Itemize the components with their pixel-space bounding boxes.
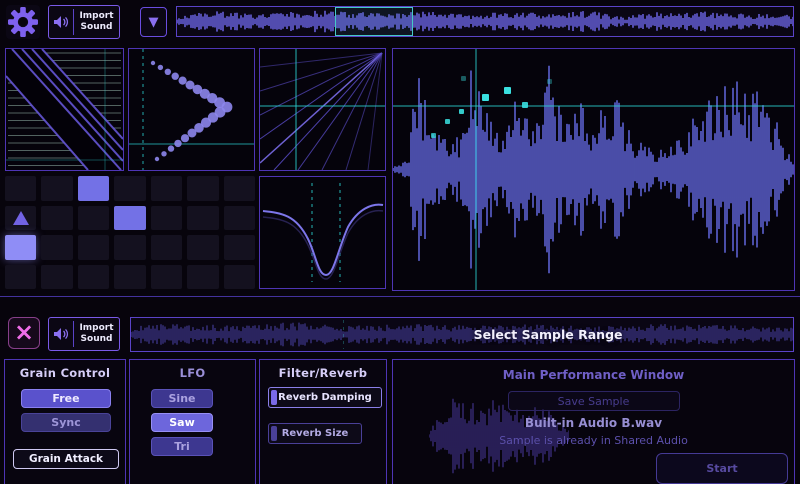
filter-curve-pad[interactable] xyxy=(259,176,386,289)
pad-r2c1[interactable] xyxy=(41,235,72,260)
grain-control-panel: Grain Control Free Sync Grain Attack xyxy=(4,359,126,484)
pad-r3c1[interactable] xyxy=(41,265,72,290)
sample-status-text: Sample is already in Shared Audio xyxy=(393,434,794,447)
perspective-lines-visualization xyxy=(260,49,385,170)
lfo-sine-button[interactable]: Sine xyxy=(151,389,213,408)
grain-scatter-visualization xyxy=(129,49,254,170)
import-sound-label: Import Sound xyxy=(74,6,119,38)
lfo-panel: LFO Sine Saw Tri xyxy=(129,359,256,484)
pad-r2c6[interactable] xyxy=(224,235,255,260)
waveform-overview[interactable] xyxy=(176,6,794,37)
start-button[interactable]: Start xyxy=(656,453,788,484)
pad-r1c2[interactable] xyxy=(78,206,109,231)
sample-range-selector[interactable]: Select Sample Range xyxy=(130,317,794,352)
speaker-icon xyxy=(49,318,73,350)
pad-r3c0[interactable] xyxy=(5,265,36,290)
reverb-damping-label: Reverb Damping xyxy=(278,392,372,403)
pad-r1c6[interactable] xyxy=(224,206,255,231)
section-divider xyxy=(0,296,800,297)
waveform-crosshair-overlay xyxy=(393,49,794,290)
pad-r0c5[interactable] xyxy=(187,176,218,201)
main-performance-panel: Main Performance Window Save Sample Buil… xyxy=(392,359,795,484)
import-sound-label: Import Sound xyxy=(74,318,119,350)
select-sample-range-label: Select Sample Range xyxy=(474,318,623,351)
pad-r1c4[interactable] xyxy=(151,206,182,231)
pad-r3c5[interactable] xyxy=(187,265,218,290)
sample-range-waveform-plot xyxy=(131,318,793,351)
pad-r0c4[interactable] xyxy=(151,176,182,201)
pad-r0c6[interactable] xyxy=(224,176,255,201)
pad-grid xyxy=(5,176,255,289)
pad-r2c4[interactable] xyxy=(151,235,182,260)
pad-r2c5[interactable] xyxy=(187,235,218,260)
preset-dropdown-button[interactable]: ▼ xyxy=(140,7,167,37)
lfo-title: LFO xyxy=(130,366,255,380)
lfo-saw-button[interactable]: Saw xyxy=(151,413,213,432)
pad-r0c2[interactable] xyxy=(78,176,109,201)
pad-r0c1[interactable] xyxy=(41,176,72,201)
sync-button[interactable]: Sync xyxy=(21,413,111,432)
save-sample-button[interactable]: Save Sample xyxy=(508,391,680,411)
pad-r3c2[interactable] xyxy=(78,265,109,290)
import-sound-button[interactable]: Import Sound xyxy=(48,5,120,39)
speaker-icon xyxy=(49,6,73,38)
pad-r3c6[interactable] xyxy=(224,265,255,290)
import-sound-button-bottom[interactable]: Import Sound xyxy=(48,317,120,351)
pad-r0c0[interactable] xyxy=(5,176,36,201)
filter-response-curve xyxy=(260,177,385,288)
range-marker xyxy=(343,320,344,349)
pad-r3c4[interactable] xyxy=(151,265,182,290)
settings-gear-button[interactable] xyxy=(6,5,40,39)
pad-r1c1[interactable] xyxy=(41,206,72,231)
performance-title: Main Performance Window xyxy=(393,368,794,382)
pad-r3c3[interactable] xyxy=(114,265,145,290)
slider-handle[interactable] xyxy=(271,390,277,405)
close-button[interactable]: × xyxy=(8,317,40,349)
lfo-tri-button[interactable]: Tri xyxy=(151,437,213,456)
sample-file-name: Built-in Audio B.wav xyxy=(393,416,794,430)
close-icon: × xyxy=(14,320,34,344)
reverb-size-button[interactable]: Reverb Size xyxy=(268,423,362,444)
selection-region[interactable] xyxy=(335,7,413,36)
chevron-down-icon: ▼ xyxy=(149,15,159,30)
grain-stream-pad[interactable] xyxy=(5,48,124,171)
gear-icon xyxy=(8,7,38,37)
pad-r2c0[interactable] xyxy=(5,235,36,260)
grain-position-pad[interactable] xyxy=(128,48,255,171)
reverb-damping-button[interactable]: Reverb Damping xyxy=(268,387,382,408)
slider-handle[interactable] xyxy=(271,426,277,441)
filter-reverb-panel: Filter/Reverb Reverb Damping Reverb Size xyxy=(259,359,387,484)
pad-r1c0[interactable] xyxy=(5,206,36,231)
reverb-size-label: Reverb Size xyxy=(282,428,349,439)
grain-stripes-visualization xyxy=(6,49,123,170)
pitch-space-pad[interactable] xyxy=(259,48,386,171)
pad-r2c3[interactable] xyxy=(114,235,145,260)
pad-r1c5[interactable] xyxy=(187,206,218,231)
grain-attack-button[interactable]: Grain Attack xyxy=(13,449,119,469)
pad-r0c3[interactable] xyxy=(114,176,145,201)
pad-r2c2[interactable] xyxy=(78,235,109,260)
pad-r1c3[interactable] xyxy=(114,206,145,231)
granular-synth-app: Import Sound ▼ xyxy=(0,0,800,484)
overview-waveform-plot xyxy=(177,7,793,36)
grain-control-title: Grain Control xyxy=(5,366,125,380)
main-waveform-display[interactable] xyxy=(392,48,795,291)
free-button[interactable]: Free xyxy=(21,389,111,408)
filter-reverb-title: Filter/Reverb xyxy=(260,366,386,380)
up-triangle-icon xyxy=(13,211,29,225)
